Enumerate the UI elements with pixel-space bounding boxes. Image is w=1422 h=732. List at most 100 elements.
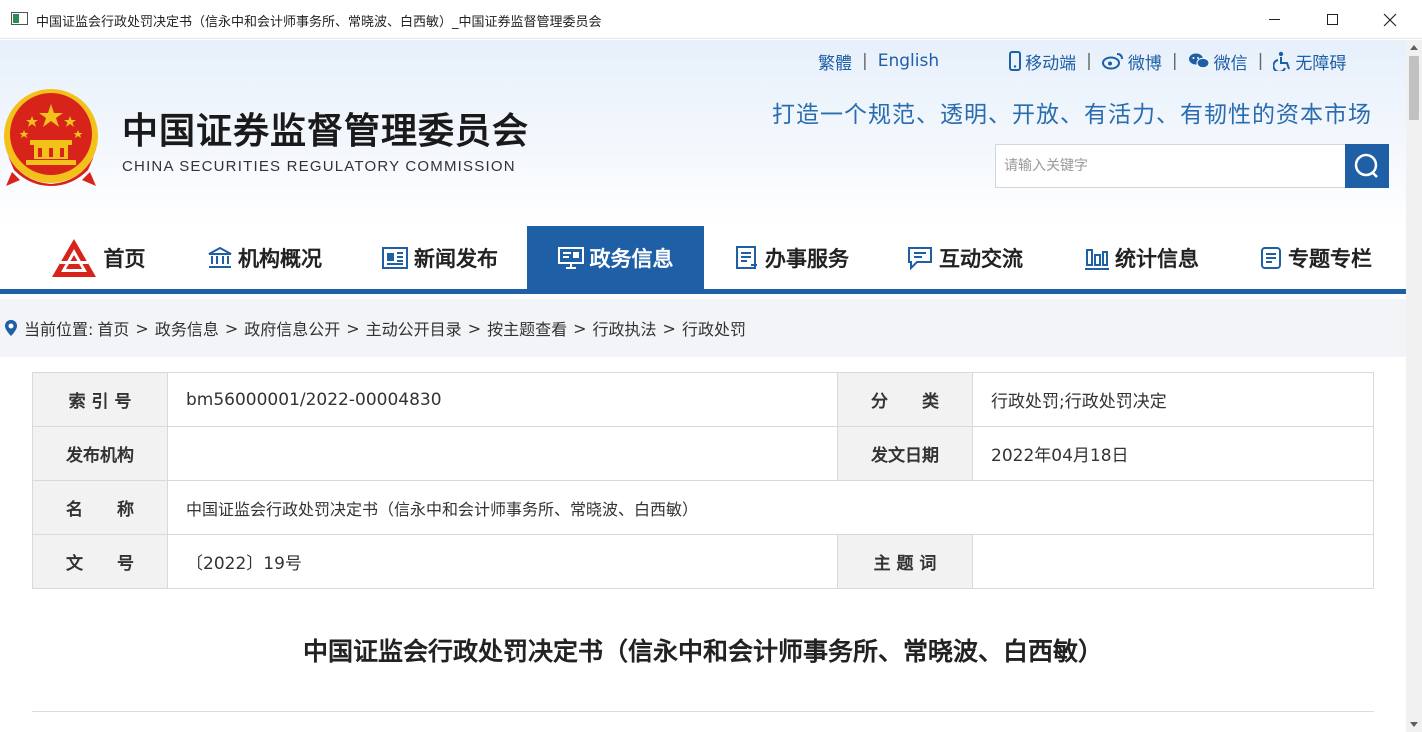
breadcrumb-separator: >	[224, 318, 239, 338]
site-header: 中国证券监督管理委员会 CHINA SECURITIES REGULATORY …	[0, 40, 1406, 226]
divider: |	[862, 51, 868, 71]
nav-item-interaction[interactable]: 互动交流	[885, 226, 1045, 289]
breadcrumb-item-penalty[interactable]: 行政处罚	[682, 316, 746, 340]
nav-label: 机构概况	[238, 246, 322, 271]
search-icon	[1354, 153, 1378, 178]
national-emblem-icon[interactable]	[2, 86, 100, 188]
document-title: 中国证监会行政处罚决定书（信永中和会计师事务所、常晓波、白西敏）	[302, 637, 1103, 666]
breadcrumb-item-disclosure[interactable]: 政府信息公开	[244, 316, 340, 340]
nav-item-org[interactable]: 机构概况	[185, 226, 345, 289]
publisher-label: 发布机构	[32, 426, 168, 481]
english-link[interactable]: English	[878, 51, 939, 71]
breadcrumb-item-enforcement[interactable]: 行政执法	[593, 316, 657, 340]
breadcrumb-separator: >	[573, 318, 587, 338]
date-value: 2022年04月18日	[972, 426, 1374, 481]
site-title-cn[interactable]: 中国证券监督管理委员会	[122, 102, 529, 154]
wechat-link[interactable]: 微信	[1188, 49, 1248, 74]
breadcrumb-separator: >	[662, 318, 676, 338]
nav-item-home[interactable]: 首页	[20, 226, 175, 289]
nav-label: 新闻发布	[414, 246, 498, 271]
breadcrumb-separator: >	[346, 318, 360, 338]
nav-label: 办事服务	[765, 246, 849, 271]
traditional-chinese-link[interactable]: 繁體	[818, 49, 852, 74]
name-label: 名 称	[32, 480, 168, 535]
weibo-label: 微博	[1127, 53, 1162, 74]
name-value: 中国证监会行政处罚决定书（信永中和会计师事务所、常晓波、白西敏）	[167, 480, 1374, 535]
search-box	[995, 144, 1389, 188]
nav-item-services[interactable]: 办事服务	[712, 226, 872, 289]
table-row: 发布机构 发文日期 2022年04月18日	[32, 426, 1374, 481]
keywords-label: 主 题 词	[837, 534, 973, 589]
nav-label: 政务信息	[589, 246, 674, 271]
index-label: 索 引 号	[32, 372, 168, 427]
location-pin-icon	[4, 319, 18, 337]
bank-icon	[208, 246, 232, 269]
app-icon	[11, 12, 28, 25]
newspaper-icon	[382, 246, 408, 269]
window-title: 中国证监会行政处罚决定书（信永中和会计师事务所、常晓波、白西敏）_中国证券监督管…	[36, 15, 602, 30]
wechat-label: 微信	[1213, 53, 1248, 74]
table-row: 文 号 〔2022〕19号 主 题 词	[32, 534, 1374, 589]
mobile-link[interactable]: 移动端	[1009, 49, 1076, 74]
minimize-icon	[1268, 19, 1280, 20]
chat-icon	[907, 246, 933, 270]
nav-item-gov-info[interactable]: 政务信息	[527, 226, 704, 289]
site-title-en[interactable]: CHINA SECURITIES REGULATORY COMMISSION	[122, 158, 516, 175]
nav-label: 首页	[103, 246, 146, 271]
nav-item-news[interactable]: 新闻发布	[360, 226, 520, 289]
accessibility-label: 无障碍	[1295, 53, 1347, 74]
mobile-label: 移动端	[1025, 53, 1077, 74]
nav-item-statistics[interactable]: 统计信息	[1062, 226, 1222, 289]
minimize-button[interactable]	[1245, 0, 1303, 39]
index-value: bm56000001/2022-00004830	[167, 372, 838, 427]
window-titlebar: 中国证监会行政处罚决定书（信永中和会计师事务所、常晓波、白西敏）_中国证券监督管…	[0, 0, 1422, 39]
wechat-icon	[1188, 53, 1210, 69]
nav-label: 互动交流	[939, 246, 1023, 271]
date-label: 发文日期	[837, 426, 973, 481]
docno-label: 文 号	[32, 534, 168, 589]
scroll-down-icon[interactable]	[1410, 722, 1418, 727]
presentation-icon	[557, 246, 584, 269]
document-info-table: 索 引 号 bm56000001/2022-00004830 分 类 行政处罚;…	[32, 372, 1374, 589]
breadcrumb-item-gov-info[interactable]: 政务信息	[155, 316, 219, 340]
divider: |	[1171, 51, 1178, 71]
bar-chart-icon	[1085, 246, 1109, 270]
breadcrumb-item-catalog[interactable]: 主动公开目录	[366, 316, 462, 340]
breadcrumb-prefix: 当前位置:	[24, 320, 94, 339]
maximize-button[interactable]	[1303, 0, 1361, 39]
scroll-thumb[interactable]	[1409, 56, 1419, 120]
main-nav: 首页 机构概况 新闻发布 政务信息 办事服务 互动交流 统计信息 专题专栏	[0, 226, 1406, 294]
scroll-up-icon[interactable]	[1410, 45, 1418, 50]
document-list-icon	[735, 245, 759, 270]
mobile-phone-icon	[1009, 51, 1022, 71]
search-input[interactable]	[996, 145, 1344, 187]
keywords-value	[972, 534, 1374, 589]
breadcrumb-item-by-topic[interactable]: 按主题查看	[487, 316, 567, 340]
breadcrumb-item-home[interactable]: 首页	[97, 316, 129, 340]
table-row: 名 称 中国证监会行政处罚决定书（信永中和会计师事务所、常晓波、白西敏）	[32, 480, 1374, 535]
category-label: 分 类	[837, 372, 973, 427]
search-button[interactable]	[1345, 144, 1389, 188]
csrc-logo-icon	[50, 237, 98, 279]
publisher-value	[167, 426, 838, 481]
web-page: 中国证券监督管理委员会 CHINA SECURITIES REGULATORY …	[0, 40, 1406, 732]
close-icon	[1383, 13, 1397, 26]
nav-item-topics[interactable]: 专题专栏	[1236, 226, 1396, 289]
site-slogan: 打造一个规范、透明、开放、有活力、有韧性的资本市场	[772, 102, 1372, 128]
table-row: 索 引 号 bm56000001/2022-00004830 分 类 行政处罚;…	[32, 372, 1374, 427]
breadcrumb: 当前位置: 首页 > 政务信息 > 政府信息公开 > 主动公开目录 > 按主题查…	[0, 299, 1406, 357]
category-value: 行政处罚;行政处罚决定	[972, 372, 1374, 427]
nav-label: 统计信息	[1115, 246, 1199, 271]
accessibility-icon	[1273, 51, 1291, 71]
docno-value: 〔2022〕19号	[167, 534, 838, 589]
nav-label: 专题专栏	[1288, 246, 1372, 271]
close-button[interactable]	[1361, 0, 1419, 39]
top-links: 繁體 | English 移动端 | 微博 | 微信 | 无障碍	[818, 49, 1346, 74]
title-divider	[32, 711, 1374, 712]
maximize-icon	[1326, 14, 1338, 25]
divider: |	[1086, 51, 1092, 71]
breadcrumb-separator: >	[135, 318, 149, 338]
accessibility-link[interactable]: 无障碍	[1273, 49, 1346, 74]
weibo-link[interactable]: 微博	[1101, 49, 1162, 74]
vertical-scrollbar[interactable]	[1406, 40, 1422, 732]
